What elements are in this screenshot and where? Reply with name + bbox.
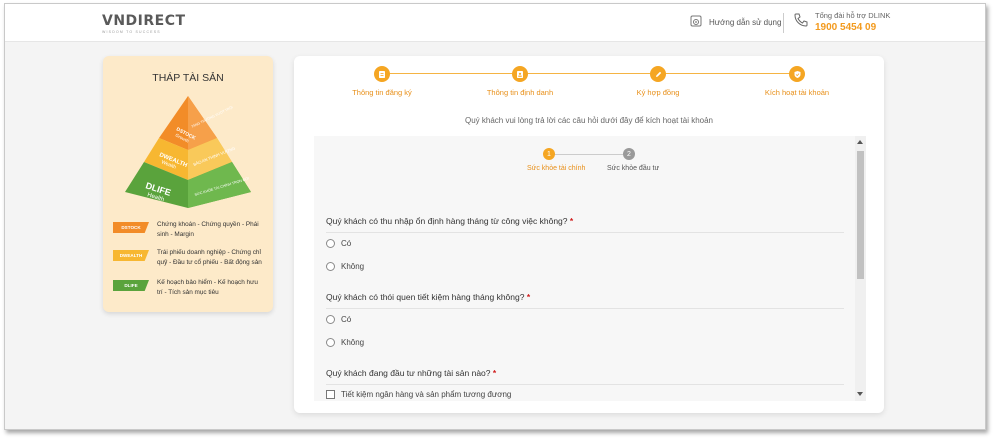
radio-option-no[interactable]: Không — [326, 338, 364, 347]
legend-dlife: DLIFE Kế hoạch bảo hiểm - Kế hoạch hưu t… — [113, 278, 269, 298]
step-sign-contract[interactable]: Ký hợp đồng — [598, 66, 718, 97]
option-label: Tiết kiệm ngân hàng và sản phẩm tương đư… — [341, 390, 512, 399]
radio-button[interactable] — [326, 239, 335, 248]
question-3: Quý khách đang đầu tư những tài sản nào?… — [326, 368, 496, 378]
radio-option-yes[interactable]: Có — [326, 239, 351, 248]
shield-check-icon — [789, 66, 805, 82]
substep-number: 2 — [623, 148, 635, 160]
user-guide-label: Hướng dẫn sử dụng — [709, 17, 782, 27]
questionnaire-panel: 1 Sức khỏe tài chính 2 Sức khỏe đầu tư Q… — [314, 136, 866, 401]
form-icon — [374, 66, 390, 82]
substep-label: Sức khỏe đầu tư — [607, 165, 660, 172]
phone-icon — [793, 12, 809, 33]
app-window: VNDIRECT WISDOM TO SUCCESS Hướng dẫn sử … — [4, 3, 986, 430]
pyramid-title: THÁP TÀI SẢN — [152, 72, 224, 84]
substep-investment-health[interactable]: 2 Sức khỏe đầu tư — [607, 148, 660, 172]
legend-tag: DLIFE — [113, 280, 149, 291]
checkbox-option-bank-savings[interactable]: Tiết kiệm ngân hàng và sản phẩm tương đư… — [326, 390, 511, 399]
question-text: Quý khách có thói quen tiết kiệm hàng th… — [326, 292, 525, 302]
question-divider — [326, 384, 844, 385]
scroll-down-arrow-icon[interactable] — [857, 392, 863, 396]
radio-option-no[interactable]: Không — [326, 262, 364, 271]
step-label: Thông tin định danh — [486, 88, 554, 97]
radio-option-yes[interactable]: Có — [326, 315, 351, 324]
intro-text: Quý khách vui lòng trả lời các câu hỏi d… — [465, 116, 713, 125]
logo-tagline: WISDOM TO SUCCESS — [102, 30, 161, 34]
question-2: Quý khách có thói quen tiết kiệm hàng th… — [326, 292, 530, 302]
legend-text: Trái phiếu doanh nghiệp - Chứng chỉ quỹ … — [157, 249, 262, 266]
step-activate-account[interactable]: Kích hoạt tài khoản — [737, 66, 857, 97]
legend-text: Chứng khoán - Chứng quyền - Phái sinh - … — [157, 221, 259, 238]
support-number: 1900 5454 09 — [815, 22, 877, 33]
legend-text: Kế hoạch bảo hiểm - Kế hoạch hưu trí - T… — [157, 279, 258, 296]
checkbox[interactable] — [326, 390, 335, 399]
step-label: Ký hợp đồng — [636, 88, 680, 97]
question-divider — [326, 232, 844, 233]
vndirect-logo[interactable]: VNDIRECT WISDOM TO SUCCESS — [102, 13, 186, 34]
legend-dstock: DSTOCK Chứng khoán - Chứng quyền - Phái … — [113, 220, 269, 240]
step-registration-info[interactable]: Thông tin đăng ký — [322, 66, 442, 97]
question-text: Quý khách có thu nhập ổn định hàng tháng… — [326, 216, 568, 226]
gear-doc-icon — [689, 14, 703, 30]
option-label: Có — [341, 239, 352, 248]
substep-label: Sức khỏe tài chính — [527, 165, 586, 172]
top-header: VNDIRECT WISDOM TO SUCCESS Hướng dẫn sử … — [5, 4, 985, 42]
support-label: Tổng đài hỗ trợ DLINK — [815, 11, 891, 20]
activation-form-card: Thông tin đăng ký Thông tin định danh Ký… — [294, 56, 884, 413]
option-label: Có — [341, 315, 352, 324]
option-label: Không — [341, 262, 365, 271]
sub-stepper: 1 Sức khỏe tài chính 2 Sức khỏe đầu tư — [527, 148, 660, 178]
substep-financial-health[interactable]: 1 Sức khỏe tài chính — [527, 148, 586, 172]
id-card-icon — [512, 66, 528, 82]
user-guide-link[interactable]: Hướng dẫn sử dụng — [689, 14, 781, 30]
panel-scrollbar[interactable] — [855, 136, 866, 401]
legend-tag: DWEALTH — [113, 250, 149, 261]
scrollbar-thumb[interactable] — [857, 151, 864, 279]
substep-number: 1 — [543, 148, 555, 160]
support-hotline[interactable]: Tổng đài hỗ trợ DLINK 1900 5454 09 — [793, 11, 890, 33]
radio-button[interactable] — [326, 262, 335, 271]
logo-text: VNDIRECT — [102, 13, 186, 29]
option-label: Không — [341, 338, 365, 347]
header-divider — [783, 13, 784, 33]
required-mark: * — [526, 292, 531, 302]
question-1: Quý khách có thu nhập ổn định hàng tháng… — [326, 216, 573, 226]
radio-button[interactable] — [326, 338, 335, 347]
required-mark: * — [569, 216, 574, 226]
required-mark: * — [492, 368, 497, 378]
legend-tag: DSTOCK — [113, 222, 149, 233]
pen-icon — [650, 66, 666, 82]
radio-button[interactable] — [326, 315, 335, 324]
step-label: Kích hoạt tài khoản — [764, 88, 830, 97]
step-label: Thông tin đăng ký — [352, 88, 412, 97]
question-divider — [326, 308, 844, 309]
asset-pyramid: DSTOCK Growth TĂNG TRƯỞNG VƯỢT TRỘI DWEA… — [119, 92, 257, 217]
step-identity-info[interactable]: Thông tin định danh — [460, 66, 580, 97]
asset-pyramid-card: THÁP TÀI SẢN DSTOCK Growth TĂNG TRƯỞNG V… — [103, 56, 273, 312]
stepper-line — [382, 73, 797, 74]
legend-dwealth: DWEALTH Trái phiếu doanh nghiệp - Chứng … — [113, 248, 269, 268]
question-text: Quý khách đang đầu tư những tài sản nào? — [326, 368, 491, 378]
scroll-up-arrow-icon[interactable] — [857, 140, 863, 144]
